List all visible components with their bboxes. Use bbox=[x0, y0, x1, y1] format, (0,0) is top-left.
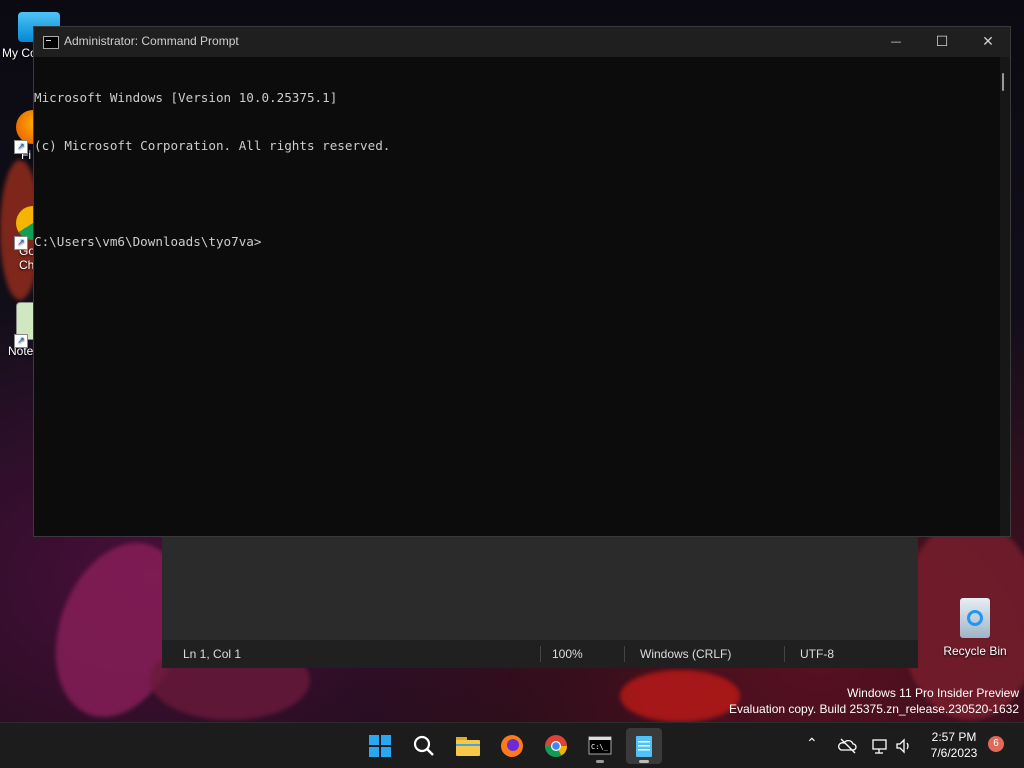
chrome-icon bbox=[545, 735, 567, 757]
clock-time: 2:57 PM bbox=[931, 730, 977, 744]
encoding: UTF-8 bbox=[800, 647, 834, 661]
title-bar[interactable]: Administrator: Command Prompt — ☐ ✕ bbox=[34, 27, 1010, 57]
firefox-button[interactable] bbox=[494, 728, 530, 764]
clock-date: 7/6/2023 bbox=[930, 746, 978, 760]
windows-watermark: Windows 11 Pro Insider Preview Evaluatio… bbox=[729, 685, 1019, 717]
window-title: Administrator: Command Prompt bbox=[64, 34, 239, 48]
close-button[interactable]: ✕ bbox=[965, 27, 1011, 57]
shortcut-arrow-icon: ↗ bbox=[14, 236, 28, 250]
file-explorer-icon bbox=[456, 737, 480, 756]
vertical-scrollbar[interactable] bbox=[1000, 57, 1010, 536]
shortcut-arrow-icon: ↗ bbox=[14, 334, 28, 348]
taskbar: C:\_ ⌃ 2:57 PM 7/6/2023 bbox=[0, 722, 1024, 768]
notification-badge[interactable]: 6 bbox=[988, 736, 1004, 752]
volume-icon[interactable] bbox=[894, 736, 914, 756]
notepad-status-bar: Ln 1, Col 1 100% Windows (CRLF) UTF-8 bbox=[162, 640, 918, 668]
maximize-button[interactable]: ☐ bbox=[919, 27, 965, 57]
notepad-icon bbox=[636, 736, 652, 757]
search-icon bbox=[413, 735, 434, 756]
console-line: Microsoft Windows [Version 10.0.25375.1] bbox=[34, 90, 338, 105]
recycle-bin-icon bbox=[960, 598, 990, 638]
watermark-build: Evaluation copy. Build 25375.zn_release.… bbox=[729, 702, 1019, 716]
start-button[interactable] bbox=[362, 728, 398, 764]
desktop-icon-recycle-bin[interactable]: Recycle Bin bbox=[940, 598, 1010, 658]
file-explorer-button[interactable] bbox=[450, 728, 486, 764]
scrollbar-thumb[interactable] bbox=[1002, 73, 1004, 91]
shortcut-arrow-icon: ↗ bbox=[14, 140, 28, 154]
console-output[interactable]: Microsoft Windows [Version 10.0.25375.1]… bbox=[34, 57, 1000, 536]
terminal-button[interactable]: C:\_ bbox=[582, 728, 618, 764]
svg-text:C:\_: C:\_ bbox=[591, 743, 609, 751]
status-divider bbox=[624, 646, 625, 662]
notepad-button[interactable] bbox=[626, 728, 662, 764]
status-divider bbox=[784, 646, 785, 662]
system-clock[interactable]: 2:57 PM 7/6/2023 bbox=[922, 729, 986, 761]
running-indicator bbox=[639, 760, 649, 763]
minimize-button[interactable]: — bbox=[873, 27, 919, 57]
start-icon bbox=[369, 735, 391, 757]
chevron-up-icon: ⌃ bbox=[806, 735, 818, 751]
zoom-level: 100% bbox=[552, 647, 583, 661]
status-divider bbox=[540, 646, 541, 662]
chrome-button[interactable] bbox=[538, 728, 574, 764]
cmd-app-icon bbox=[43, 36, 59, 49]
running-indicator bbox=[596, 760, 604, 763]
line-ending: Windows (CRLF) bbox=[640, 647, 732, 661]
network-icon[interactable] bbox=[870, 736, 890, 756]
firefox-icon bbox=[501, 735, 523, 757]
console-line: (c) Microsoft Corporation. All rights re… bbox=[34, 138, 391, 153]
terminal-icon: C:\_ bbox=[588, 736, 612, 755]
search-button[interactable] bbox=[406, 728, 442, 764]
command-prompt-line[interactable]: C:\Users\vm6\Downloads\tyo7va> bbox=[34, 234, 1000, 250]
network-disconnected-icon[interactable] bbox=[838, 736, 858, 756]
cursor-position: Ln 1, Col 1 bbox=[183, 647, 242, 661]
show-hidden-icons-button[interactable]: ⌃ bbox=[806, 735, 818, 752]
command-prompt-window[interactable]: Administrator: Command Prompt — ☐ ✕ Micr… bbox=[33, 26, 1011, 537]
watermark-edition: Windows 11 Pro Insider Preview bbox=[847, 686, 1019, 700]
recycle-bin-label: Recycle Bin bbox=[943, 644, 1007, 658]
notepad-window[interactable]: Ln 1, Col 1 100% Windows (CRLF) UTF-8 bbox=[162, 536, 918, 668]
